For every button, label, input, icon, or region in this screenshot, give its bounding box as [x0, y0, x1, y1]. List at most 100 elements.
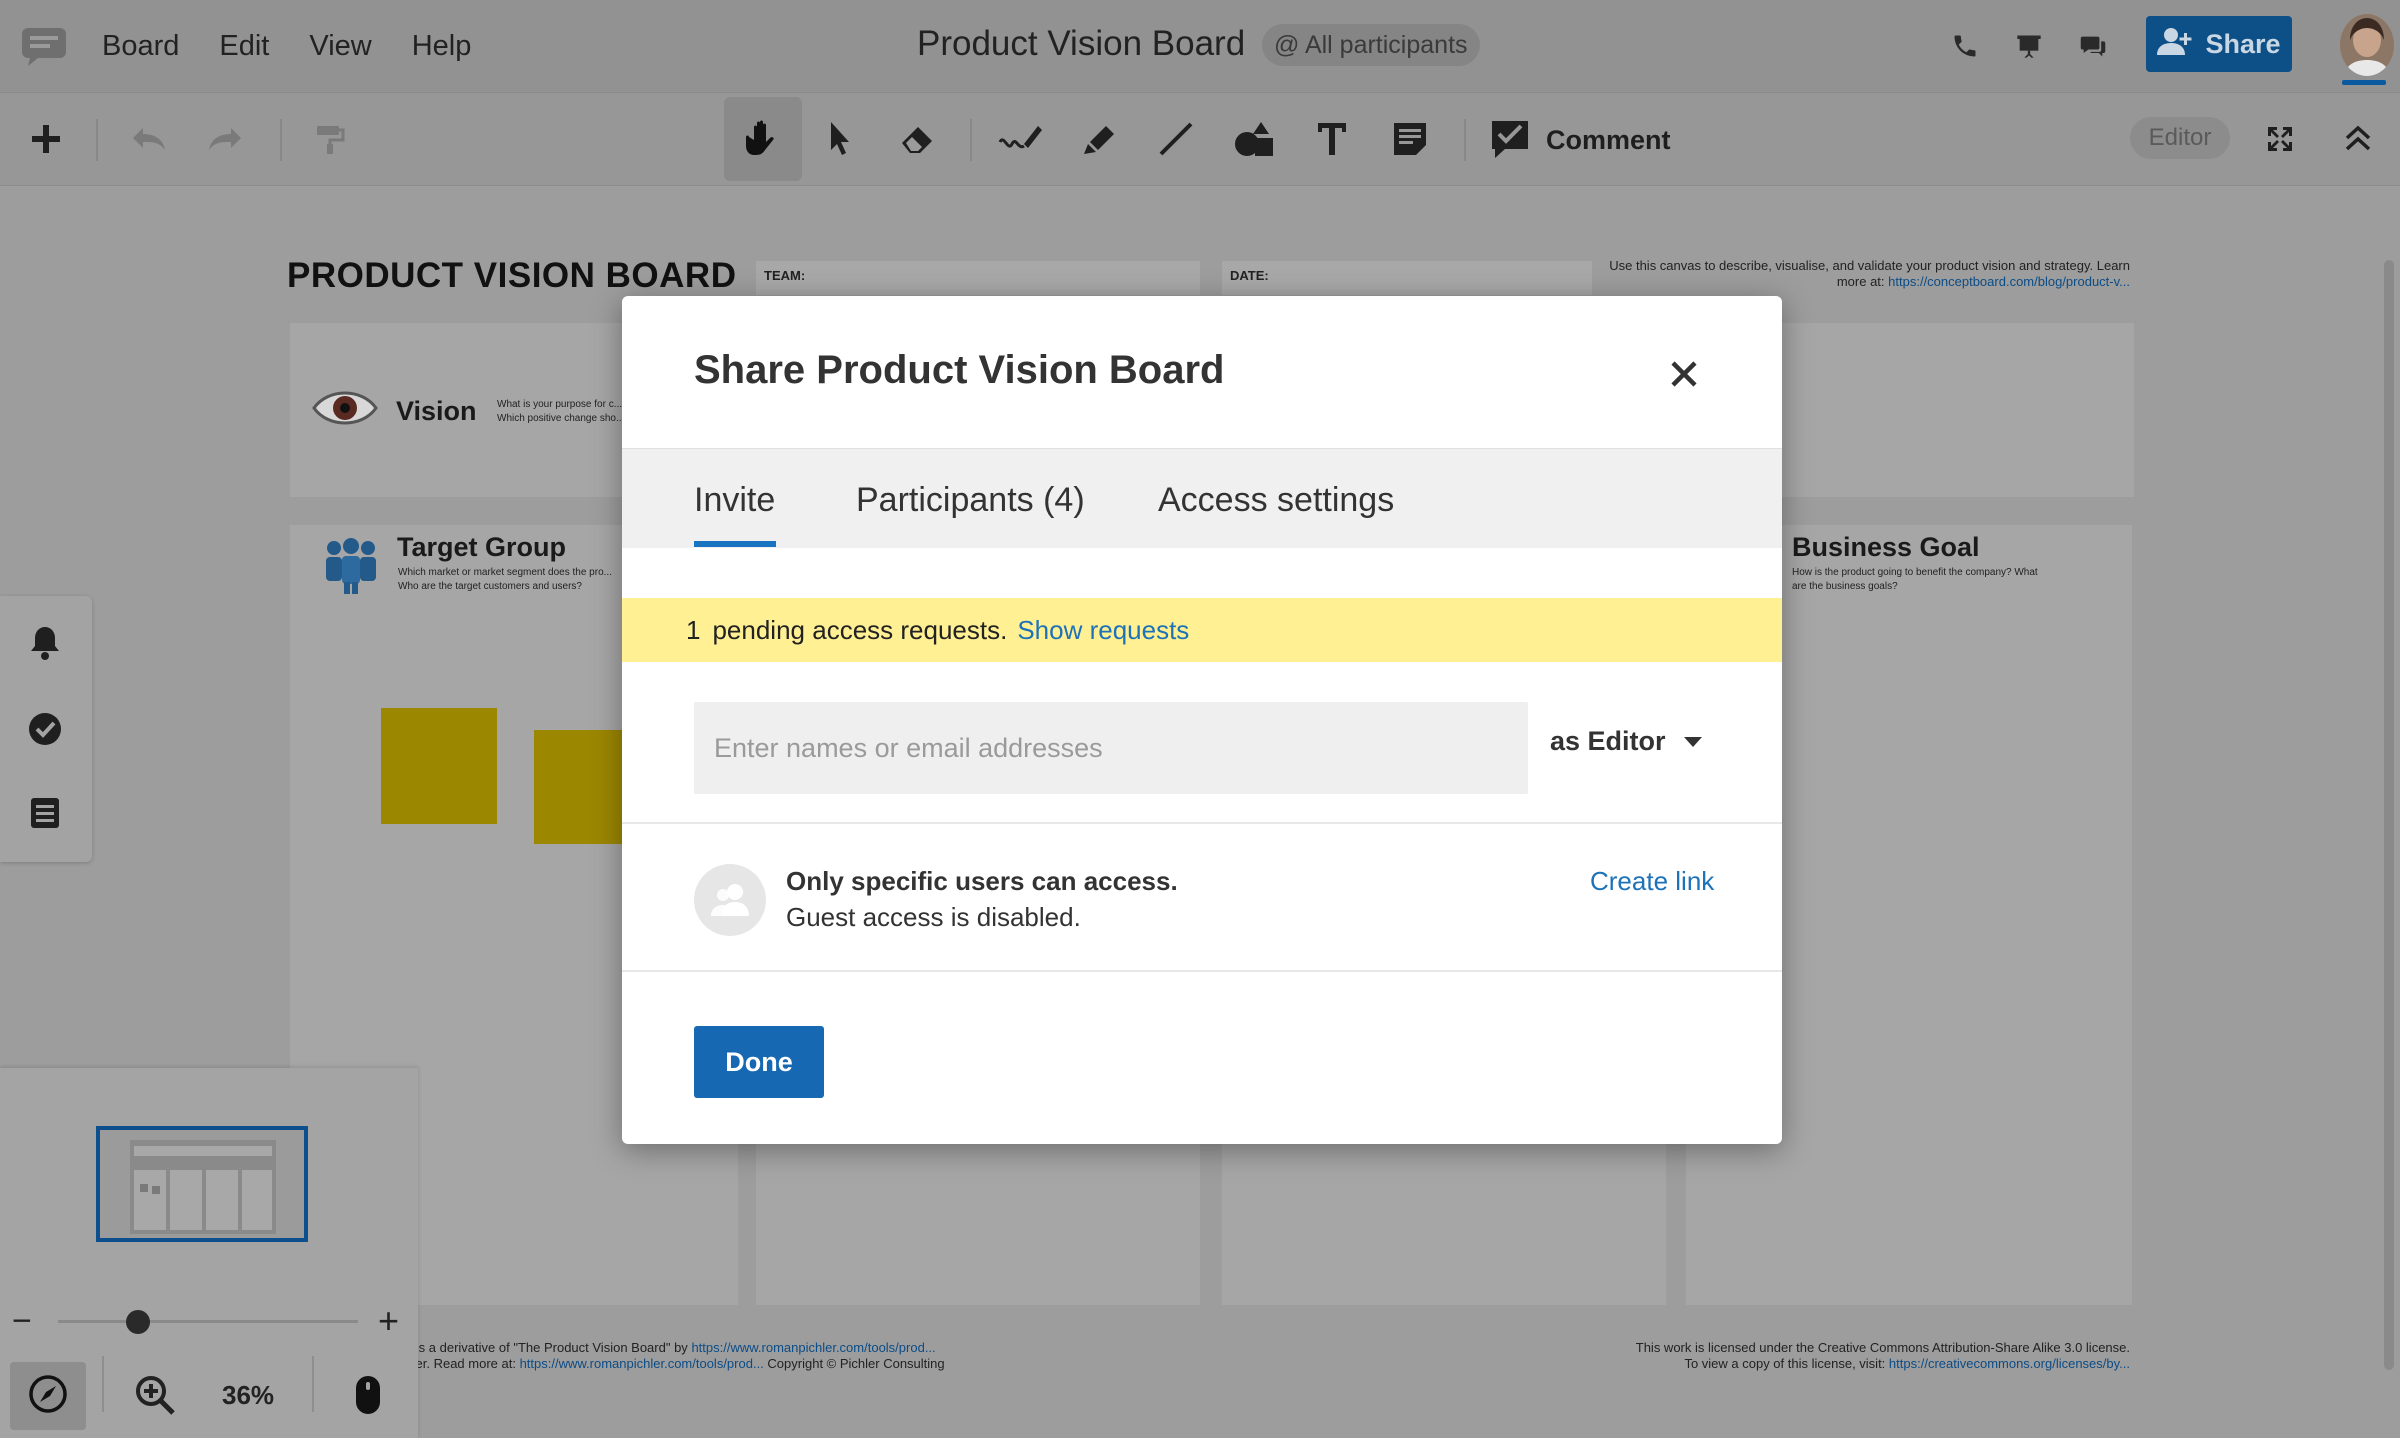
invite-input[interactable]	[694, 702, 1528, 794]
participants-pill[interactable]: @ All participants	[1262, 24, 1480, 66]
line-icon[interactable]	[1150, 113, 1202, 165]
add-user-icon	[2157, 27, 2193, 62]
menu-view[interactable]: View	[309, 30, 371, 63]
footer-left-text-3: Copyright © Pichler Consulting	[767, 1356, 945, 1371]
bell-icon[interactable]	[24, 622, 66, 664]
list-icon[interactable]	[24, 792, 66, 834]
users-icon	[694, 864, 766, 936]
zoom-slider-row: − +	[0, 1296, 418, 1346]
tab-participants[interactable]: Participants (4)	[856, 481, 1085, 520]
side-panel	[0, 596, 92, 862]
pending-text: pending access requests.	[712, 614, 1008, 645]
menu-edit[interactable]: Edit	[219, 30, 269, 63]
done-button[interactable]: Done	[694, 1026, 824, 1098]
comment-label[interactable]: Comment	[1546, 125, 1671, 156]
menu-help[interactable]: Help	[412, 30, 472, 63]
avatar-active-indicator	[2342, 80, 2386, 85]
footer-right-text-2: To view a copy of this license, visit:	[1684, 1356, 1886, 1371]
toolbar: Comment Editor	[0, 92, 2400, 186]
access-subtitle: Guest access is disabled.	[786, 902, 1081, 932]
toolbar-divider	[96, 119, 98, 161]
share-button[interactable]: Share	[2146, 16, 2292, 72]
intro-text: Use this canvas to describe, visualise, …	[1600, 258, 2130, 290]
menubar: Board Edit View Help Product Vision Boar…	[0, 0, 2400, 92]
board-title[interactable]: Product Vision Board	[917, 24, 1245, 64]
footer-left-link-2[interactable]: https://www.romanpichler.com/tools/prod.…	[520, 1356, 764, 1371]
app-logo-icon[interactable]	[20, 26, 68, 66]
zoom-in-plus-button[interactable]: +	[378, 1300, 399, 1342]
comment-icon[interactable]	[1484, 113, 1536, 165]
paint-roller-icon[interactable]	[304, 113, 356, 165]
target-group-desc: Which market or market segment does the …	[398, 567, 612, 592]
check-circle-icon[interactable]	[24, 708, 66, 750]
controls-divider	[312, 1356, 314, 1412]
hand-icon[interactable]	[738, 113, 790, 165]
menu-board[interactable]: Board	[102, 30, 179, 63]
presentation-icon[interactable]	[2012, 26, 2046, 66]
zoom-out-button[interactable]: −	[12, 1302, 32, 1341]
sticky-note-icon[interactable]	[1384, 113, 1436, 165]
business-goal-label: Business Goal	[1792, 532, 1980, 562]
footer-right-link[interactable]: https://creativecommons.org/licenses/by.…	[1889, 1356, 2130, 1371]
caret-down-icon	[1683, 736, 1702, 747]
date-field[interactable]: DATE:	[1222, 261, 1592, 295]
chat-icon[interactable]	[2076, 26, 2110, 66]
redo-icon[interactable]	[200, 113, 252, 165]
role-selected-value: as Editor	[1550, 726, 1666, 756]
phone-icon[interactable]	[1948, 26, 1982, 66]
pending-requests-banner: 1 pending access requests. Show requests	[622, 598, 1782, 662]
undo-icon[interactable]	[122, 113, 174, 165]
pen-icon[interactable]	[994, 113, 1046, 165]
vision-desc: What is your purpose for c... Which posi…	[497, 399, 625, 424]
collapse-icon[interactable]	[2332, 113, 2384, 165]
pointer-icon[interactable]	[814, 113, 866, 165]
zoom-percent[interactable]: 36%	[222, 1380, 274, 1411]
team-field[interactable]: TEAM:	[756, 261, 1200, 295]
business-goal-desc: How is the product going to benefit the …	[1792, 567, 2038, 592]
share-dialog: Share Product Vision Board Invite Partic…	[622, 296, 1782, 1144]
minimap-panel: − + 36%	[0, 1068, 418, 1438]
create-link-button[interactable]: Create link	[1590, 866, 1714, 897]
zoom-slider-track[interactable]	[58, 1320, 358, 1323]
footer-right-text-1: This work is licensed under the Creative…	[1635, 1340, 2130, 1355]
vertical-scrollbar[interactable]	[2384, 260, 2394, 1370]
editor-mode-pill: Editor	[2130, 117, 2230, 159]
fullscreen-icon[interactable]	[2254, 113, 2306, 165]
plus-icon[interactable]	[20, 113, 72, 165]
target-group-label: Target Group	[397, 532, 567, 562]
toolbar-divider	[280, 119, 282, 161]
minimap-viewport[interactable]	[96, 1126, 308, 1242]
sticky-note[interactable]	[381, 708, 497, 824]
navigator-button[interactable]	[10, 1362, 86, 1430]
avatar[interactable]	[2340, 14, 2394, 76]
toolbar-divider	[970, 119, 972, 161]
footer-left-link-1[interactable]: https://www.romanpichler.com/tools/prod.…	[691, 1340, 935, 1355]
active-tab-indicator	[694, 541, 776, 547]
shapes-icon[interactable]	[1228, 113, 1280, 165]
main-menu: Board Edit View Help	[102, 0, 471, 92]
zoom-in-icon[interactable]	[134, 1374, 176, 1421]
footer-left: rd" is a derivative of "The Product Visi…	[396, 1340, 1036, 1372]
footer-right: This work is licensed under the Creative…	[1520, 1340, 2130, 1372]
pending-count: 1	[686, 614, 701, 645]
zoom-slider-knob[interactable]	[126, 1310, 150, 1334]
mouse-icon[interactable]	[354, 1374, 382, 1421]
tab-access-settings[interactable]: Access settings	[1158, 481, 1394, 520]
board-heading: PRODUCT VISION BOARD	[287, 256, 737, 295]
role-dropdown[interactable]: as Editor	[1550, 726, 1702, 757]
top-icon-group	[1948, 26, 2110, 66]
compass-icon	[28, 1374, 68, 1419]
dialog-title: Share Product Vision Board	[694, 348, 1225, 392]
close-icon[interactable]	[1666, 356, 1702, 392]
show-requests-link[interactable]: Show requests	[1017, 615, 1189, 646]
footer-left-text-1: rd" is a derivative of "The Product Visi…	[396, 1340, 688, 1355]
highlighter-icon[interactable]	[1072, 113, 1124, 165]
sticky-note[interactable]	[534, 730, 624, 844]
people-icon	[322, 538, 380, 599]
section-divider	[622, 970, 1782, 972]
minimap-controls: 36%	[0, 1354, 418, 1438]
eraser-icon[interactable]	[892, 113, 944, 165]
text-icon[interactable]	[1306, 113, 1358, 165]
tab-invite[interactable]: Invite	[694, 481, 775, 520]
intro-link[interactable]: https://conceptboard.com/blog/product-v.…	[1888, 274, 2130, 289]
